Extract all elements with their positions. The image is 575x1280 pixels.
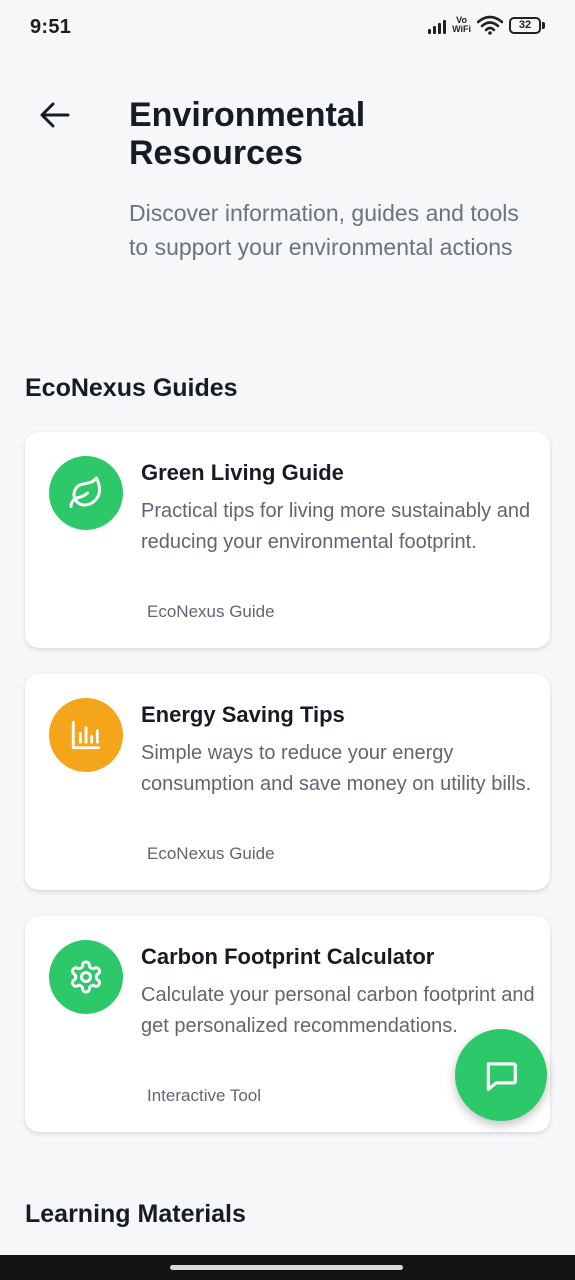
- system-navigation-bar: [0, 1255, 575, 1280]
- card-tag: EcoNexus Guide: [147, 602, 275, 621]
- vowifi-indicator: Vo WiFi: [452, 16, 471, 34]
- gear-icon: [71, 960, 101, 994]
- card-icon-circle: [49, 456, 123, 530]
- card-energy-saving-tips[interactable]: Energy Saving Tips Simple ways to reduce…: [25, 674, 550, 890]
- status-bar: 9:51 Vo WiFi 32: [0, 0, 575, 58]
- card-description: Simple ways to reduce your energy consum…: [141, 742, 532, 795]
- arrow-left-icon: [40, 102, 70, 128]
- vowifi-label-bottom: WiFi: [452, 24, 471, 34]
- wifi-icon: [477, 15, 503, 35]
- card-green-living-guide[interactable]: Green Living Guide Practical tips for li…: [25, 432, 550, 648]
- card-description: Practical tips for living more sustainab…: [141, 500, 531, 553]
- card-tag: EcoNexus Guide: [147, 844, 275, 863]
- card-title: Carbon Footprint Calculator: [141, 944, 435, 969]
- leaf-icon: [69, 476, 101, 508]
- home-indicator[interactable]: [170, 1265, 403, 1270]
- battery-level: 32: [509, 16, 541, 34]
- back-button[interactable]: [32, 92, 78, 138]
- cellular-signal-icon: [428, 16, 447, 34]
- card-icon-circle: [49, 940, 123, 1014]
- page-title: Environmental Resources: [129, 96, 366, 172]
- status-time: 9:51: [30, 16, 72, 38]
- section-heading-learning-materials: Learning Materials: [25, 1200, 246, 1228]
- status-icons: Vo WiFi 32: [428, 15, 545, 35]
- card-tag: Interactive Tool: [147, 1086, 262, 1105]
- page-subtitle: Discover information, guides and tools t…: [129, 200, 519, 260]
- chat-icon: [486, 1062, 517, 1091]
- environmental-resources-screen: 9:51 Vo WiFi 32 Environmental Resources …: [0, 0, 575, 1280]
- battery-icon: 32: [509, 16, 545, 34]
- bar-chart-icon: [71, 720, 101, 750]
- card-title: Green Living Guide: [141, 460, 344, 485]
- chat-fab-button[interactable]: [455, 1029, 547, 1121]
- card-title: Energy Saving Tips: [141, 702, 345, 727]
- section-heading-guides: EcoNexus Guides: [25, 374, 238, 402]
- card-icon-circle: [49, 698, 123, 772]
- card-description: Calculate your personal carbon footprint…: [141, 984, 535, 1037]
